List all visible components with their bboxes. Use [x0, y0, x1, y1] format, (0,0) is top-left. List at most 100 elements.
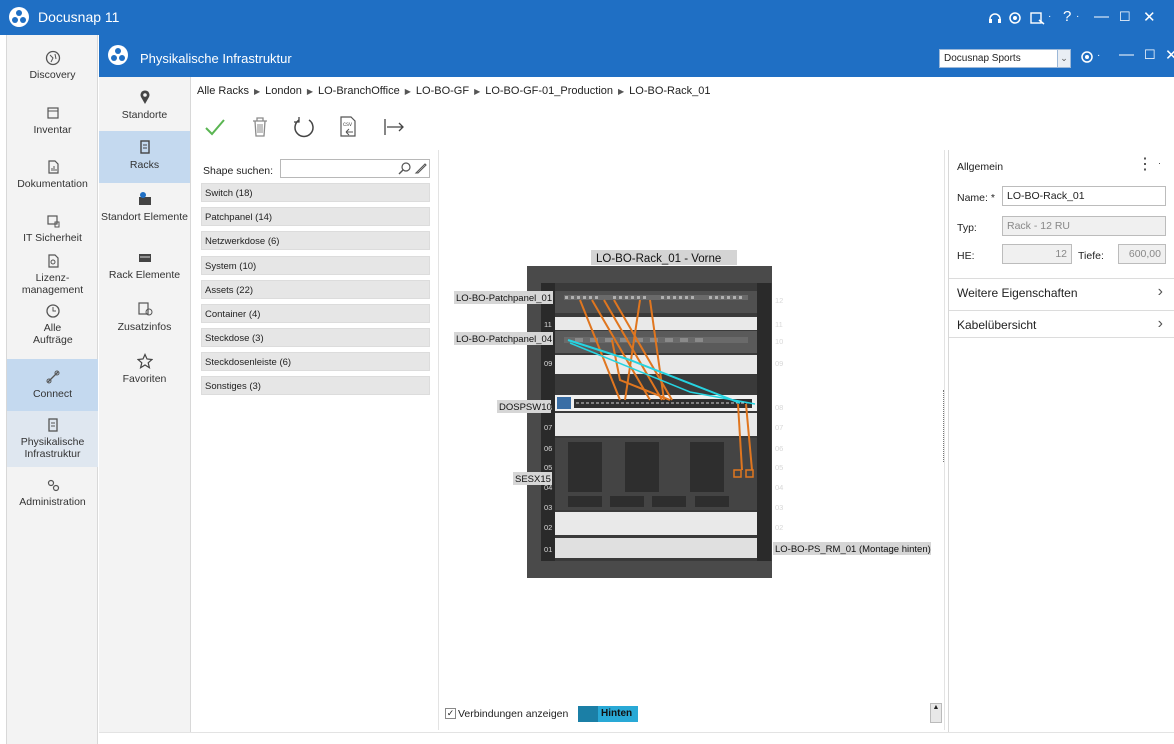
screenshot-icon[interactable]: [1030, 11, 1046, 25]
sub-item-favoriten[interactable]: Favoriten: [99, 353, 190, 393]
rack-right-rail: [757, 283, 771, 561]
kabeluebersicht-section[interactable]: Kabelübersicht ›: [949, 310, 1174, 338]
csv-import-icon[interactable]: csv: [336, 114, 362, 140]
sub-item-standorte[interactable]: Standorte: [99, 89, 190, 129]
depth-label: Tiefe:: [1078, 250, 1104, 262]
unit-number: 03: [775, 503, 783, 512]
nav-item-dokumentation[interactable]: Dokumentation: [7, 159, 98, 197]
unit-number: 09: [775, 359, 783, 368]
module-maximize-button[interactable]: ☐: [1144, 47, 1156, 63]
blank-panel-11: [555, 317, 757, 330]
breadcrumb-separator-icon: ▶: [306, 87, 313, 96]
nav-item-it-sicherheit[interactable]: IT Sicherheit: [7, 213, 98, 251]
nav-item-alle-auftraege[interactable]: Alle Aufträge: [7, 303, 98, 353]
star-icon: [136, 353, 153, 369]
module-settings-dropdown-icon[interactable]: ·: [1097, 50, 1100, 61]
help-dropdown-icon[interactable]: ·: [1076, 11, 1079, 22]
nav-item-physikalische-infrastruktur[interactable]: Physikalische Infrastruktur: [7, 411, 98, 467]
rack-icon: [47, 418, 58, 432]
category-sonstiges[interactable]: Sonstiges (3): [201, 376, 430, 395]
breadcrumb-separator-icon: ▶: [618, 87, 625, 96]
patchpanel-01-device[interactable]: [555, 291, 757, 313]
rack-diagram[interactable]: LO-BO-Rack_01 - Vorne 1212 1111 1010 090: [438, 240, 945, 590]
breadcrumb-item[interactable]: London: [265, 85, 302, 97]
panel-splitter[interactable]: [943, 390, 946, 462]
nav-item-administration[interactable]: Administration: [7, 477, 98, 515]
show-connections-checkbox[interactable]: ✓: [445, 708, 456, 719]
nav-item-inventar[interactable]: Inventar: [7, 105, 98, 143]
sub-item-racks[interactable]: Racks: [99, 131, 190, 183]
connect-icon: [46, 370, 59, 384]
breadcrumb-item[interactable]: LO-BranchOffice: [318, 85, 400, 97]
sub-label-favoriten: Favoriten: [122, 373, 167, 385]
module-settings-icon[interactable]: [1080, 50, 1094, 64]
settings-icon[interactable]: [1008, 11, 1022, 25]
scroll-up-icon[interactable]: ▲: [930, 703, 942, 723]
rack-title: LO-BO-Rack_01 - Vorne: [596, 253, 721, 265]
help-button[interactable]: ?: [1063, 8, 1071, 25]
category-steckdosenleiste[interactable]: Steckdosenleiste (6): [201, 352, 430, 371]
more-options-icon[interactable]: ⋮: [1137, 154, 1153, 174]
minimize-button[interactable]: —: [1094, 8, 1109, 25]
arrow-to-icon[interactable]: [381, 114, 407, 140]
weitere-eigenschaften-section[interactable]: Weitere Eigenschaften ›: [949, 278, 1174, 306]
sub-navigation: Standorte Racks Standort Elemente Rack E…: [99, 77, 191, 744]
app-title: Docusnap 11: [38, 9, 120, 25]
unit-number: 05: [775, 463, 783, 472]
security-icon: [46, 215, 59, 228]
category-assets[interactable]: Assets (22): [201, 280, 430, 299]
type-label: Typ:: [957, 222, 977, 234]
sub-item-zusatzinfos[interactable]: Zusatzinfos: [99, 301, 190, 341]
tenant-select[interactable]: Docusnap Sports: [939, 49, 1059, 68]
patchpanel-01-ports: [564, 295, 748, 300]
nav-item-discovery[interactable]: Discovery: [7, 50, 98, 88]
rack-icon: [139, 140, 150, 154]
blank-panel-02: [555, 512, 757, 535]
hinten-toggle[interactable]: Hinten: [578, 706, 638, 722]
edit-pencil-icon[interactable]: [414, 161, 428, 175]
nav-label-dokumentation: Dokumentation: [17, 178, 88, 190]
breadcrumb-item[interactable]: LO-BO-GF-01_Production: [485, 85, 613, 97]
refresh-icon[interactable]: [291, 114, 317, 140]
dropdown-arrow-icon[interactable]: ·: [1048, 11, 1051, 22]
unit-number: 03: [544, 503, 552, 512]
module-close-button[interactable]: ✕: [1165, 46, 1174, 64]
headset-icon[interactable]: [988, 11, 1002, 25]
patchpanel-04-label: LO-BO-Patchpanel_04: [456, 334, 552, 345]
category-container[interactable]: Container (4): [201, 304, 430, 323]
module-minimize-button[interactable]: —: [1119, 46, 1134, 63]
name-field[interactable]: [1002, 186, 1166, 206]
unit-number: 02: [544, 523, 552, 532]
delete-trash-icon[interactable]: [247, 114, 273, 140]
server-label: SESX15: [515, 474, 551, 485]
sub-item-standort-elemente[interactable]: Standort Elemente: [99, 191, 190, 231]
category-system[interactable]: System (10): [201, 256, 430, 275]
category-steckdose[interactable]: Steckdose (3): [201, 328, 430, 347]
weitere-eigenschaften-label: Weitere Eigenschaften: [957, 286, 1078, 300]
properties-panel: Allgemein ⋮ · Name: * Typ: HE: Tiefe: We…: [948, 150, 1174, 744]
category-patchpanel[interactable]: Patchpanel (14): [201, 207, 430, 226]
unit-number: 11: [775, 320, 783, 329]
unit-number: 05: [544, 463, 552, 472]
category-netzwerkdose[interactable]: Netzwerkdose (6): [201, 231, 430, 250]
category-switch[interactable]: Switch (18): [201, 183, 430, 202]
nav-label-it-sicherheit: IT Sicherheit: [23, 232, 82, 244]
close-button[interactable]: ✕: [1143, 8, 1156, 26]
nav-item-connect[interactable]: Connect: [7, 359, 98, 411]
blank-panel-07: [555, 413, 757, 436]
search-icon[interactable]: [398, 161, 412, 175]
chevron-down-icon[interactable]: ·: [1158, 158, 1161, 168]
nav-item-lizenzmanagement[interactable]: Lizenz-management: [7, 253, 98, 301]
unit-number: 07: [544, 423, 552, 432]
breadcrumb-item[interactable]: LO-BO-Rack_01: [629, 85, 710, 97]
maximize-button[interactable]: ☐: [1119, 9, 1131, 25]
nav-label-physikalische-infrastruktur: Physikalische Infrastruktur: [20, 436, 85, 460]
breadcrumb-separator-icon: ▶: [474, 87, 481, 96]
breadcrumb-item[interactable]: Alle Racks: [197, 85, 249, 97]
breadcrumb-item[interactable]: LO-BO-GF: [416, 85, 469, 97]
sub-item-rack-elemente[interactable]: Rack Elemente: [99, 249, 190, 289]
save-check-icon[interactable]: [202, 114, 228, 140]
patchpanel-01-label: LO-BO-Patchpanel_01: [456, 293, 552, 304]
nav-label-discovery: Discovery: [29, 69, 76, 81]
chevron-down-icon[interactable]: ⌄: [1057, 49, 1071, 68]
